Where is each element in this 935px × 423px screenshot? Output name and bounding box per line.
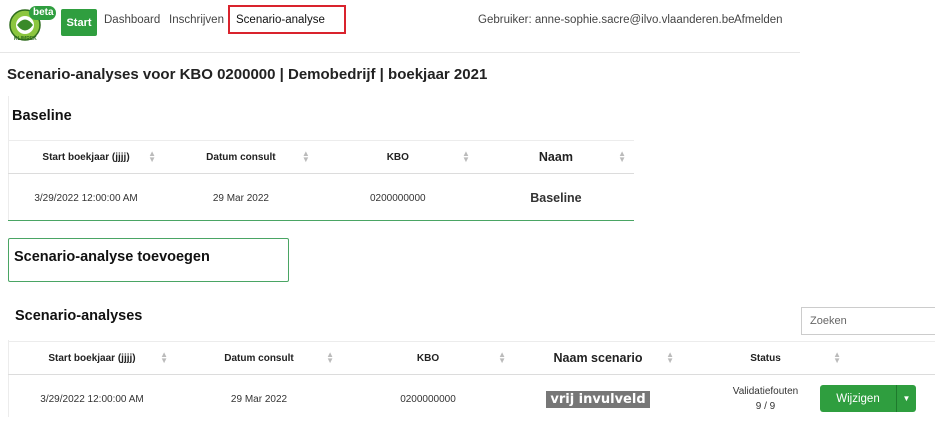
- sort-icon: ▲▼: [462, 151, 470, 163]
- caret-down-icon[interactable]: ▼: [896, 385, 916, 412]
- cell-start-boekjaar: 3/29/2022 12:00:00 AM: [8, 174, 164, 223]
- sort-icon: ▲▼: [160, 352, 168, 364]
- scenario-name: vrij invulveld: [546, 391, 649, 408]
- col-start-boekjaar[interactable]: Start boekjaar (jjjj)▲▼: [8, 342, 176, 375]
- sort-icon: ▲▼: [498, 352, 506, 364]
- sort-icon: ▲▼: [666, 352, 674, 364]
- cell-start-boekjaar: 3/29/2022 12:00:00 AM: [8, 375, 176, 423]
- scenarios-header-row: Start boekjaar (jjjj)▲▼ Datum consult▲▼ …: [8, 342, 935, 375]
- page-title: Scenario-analyses voor KBO 0200000 | Dem…: [7, 66, 487, 83]
- table-row[interactable]: 3/29/2022 12:00:00 AM 29 Mar 2022 020000…: [8, 174, 634, 223]
- col-kbo[interactable]: KBO▲▼: [342, 342, 514, 375]
- cell-naam: Baseline: [478, 174, 634, 223]
- sort-icon: ▲▼: [618, 151, 626, 163]
- sort-icon: ▲▼: [148, 151, 156, 163]
- nav-link-scenario-analyse[interactable]: Scenario-analyse: [236, 14, 325, 26]
- baseline-header-row: Start boekjaar (jjjj)▲▼ Datum consult▲▼ …: [8, 141, 634, 174]
- add-scenario-label: Scenario-analyse toevoegen: [14, 249, 210, 265]
- col-datum-consult[interactable]: Datum consult▲▼: [164, 141, 318, 174]
- edit-button[interactable]: Wijzigen: [820, 385, 896, 412]
- col-status[interactable]: Status▲▼: [682, 342, 849, 375]
- col-actions: [849, 342, 935, 375]
- col-start-boekjaar[interactable]: Start boekjaar (jjjj)▲▼: [8, 141, 164, 174]
- logo-text: KLIMREK: [14, 36, 37, 42]
- edit-button-group: Wijzigen ▼: [820, 385, 916, 412]
- cell-datum-consult: 29 Mar 2022: [164, 174, 318, 223]
- cell-naam-scenario: vrij invulveld: [514, 375, 682, 423]
- user-info: Gebruiker: anne-sophie.sacre@ilvo.vlaand…: [478, 14, 735, 26]
- logout-link[interactable]: Afmelden: [734, 14, 783, 26]
- baseline-table: Start boekjaar (jjjj)▲▼ Datum consult▲▼ …: [8, 140, 634, 222]
- cell-kbo: 0200000000: [318, 174, 478, 223]
- logo-badge: beta: [33, 7, 54, 18]
- nav-link-dashboard[interactable]: Dashboard: [104, 14, 160, 26]
- sort-icon: ▲▼: [326, 352, 334, 364]
- col-kbo[interactable]: KBO▲▼: [318, 141, 478, 174]
- nav-divider: [0, 52, 800, 53]
- logo[interactable]: beta KLIMREK: [7, 4, 59, 44]
- col-naam[interactable]: Naam▲▼: [478, 141, 634, 174]
- start-button[interactable]: Start: [61, 9, 97, 36]
- scenarios-table: Start boekjaar (jjjj)▲▼ Datum consult▲▼ …: [8, 341, 935, 423]
- table-row[interactable]: 3/29/2022 12:00:00 AM 29 Mar 2022 020000…: [8, 375, 935, 423]
- baseline-heading: Baseline: [12, 108, 72, 124]
- col-datum-consult[interactable]: Datum consult▲▼: [176, 342, 342, 375]
- sort-icon: ▲▼: [833, 352, 841, 364]
- cell-datum-consult: 29 Mar 2022: [176, 375, 342, 423]
- sort-icon: ▲▼: [302, 151, 310, 163]
- baseline-bottom-border: [8, 220, 634, 221]
- scenarios-heading: Scenario-analyses: [15, 308, 142, 324]
- col-naam-scenario[interactable]: Naam scenario▲▼: [514, 342, 682, 375]
- nav-link-inschrijven[interactable]: Inschrijven: [169, 14, 224, 26]
- search-input[interactable]: [801, 307, 935, 335]
- cell-kbo: 0200000000: [342, 375, 514, 423]
